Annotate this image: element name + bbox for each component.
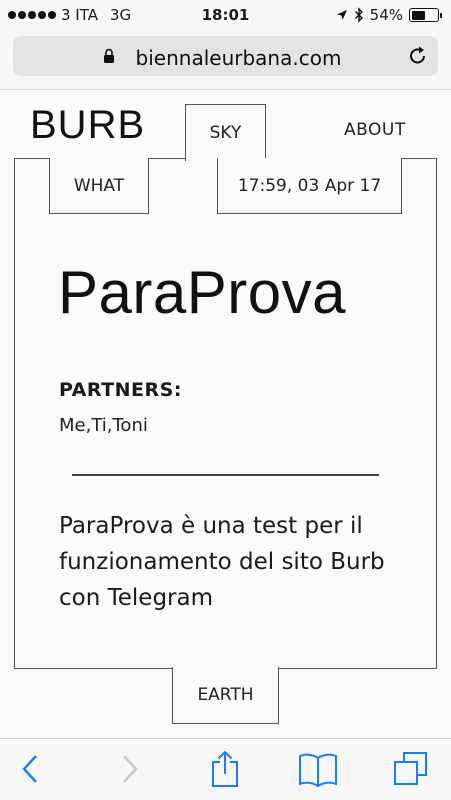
back-icon[interactable] — [20, 753, 42, 787]
status-right: 54% — [336, 6, 442, 24]
browser-chrome: biennaleurbana.com — [0, 30, 451, 90]
battery-icon — [409, 8, 442, 22]
browser-toolbar — [0, 738, 451, 800]
tab-what[interactable]: WHAT — [49, 158, 149, 214]
tabs-icon[interactable] — [392, 751, 430, 787]
location-arrow-icon — [336, 10, 347, 20]
tab-sky[interactable]: SKY — [185, 104, 266, 161]
share-icon[interactable] — [209, 750, 241, 788]
reload-icon[interactable] — [407, 45, 429, 67]
partners-label: PARTNERS: — [59, 379, 182, 401]
battery-fill — [411, 10, 425, 20]
bluetooth-icon — [354, 7, 363, 23]
about-link[interactable]: ABOUT — [344, 120, 406, 140]
battery-percent: 54% — [369, 6, 403, 24]
forward-icon[interactable] — [118, 753, 140, 787]
partners-value: Me,Ti,Toni — [59, 415, 148, 436]
description-text: ParaProva è una test per il funzionament… — [59, 513, 385, 611]
status-bar: 3 ITA 3G 18:01 54% — [0, 0, 451, 30]
address-bar[interactable]: biennaleurbana.com — [13, 36, 438, 76]
screen: 3 ITA 3G 18:01 54% biennaleurbana.com BU… — [0, 0, 451, 800]
page-title: ParaProva — [58, 259, 346, 326]
url-text: biennaleurbana.com — [135, 46, 342, 70]
post-datetime: 17:59, 03 Apr 17 — [217, 158, 402, 214]
divider — [72, 474, 379, 476]
burb-logo[interactable]: BURB — [30, 103, 145, 148]
tab-earth[interactable]: EARTH — [172, 667, 279, 724]
bookmarks-icon[interactable] — [298, 751, 338, 787]
